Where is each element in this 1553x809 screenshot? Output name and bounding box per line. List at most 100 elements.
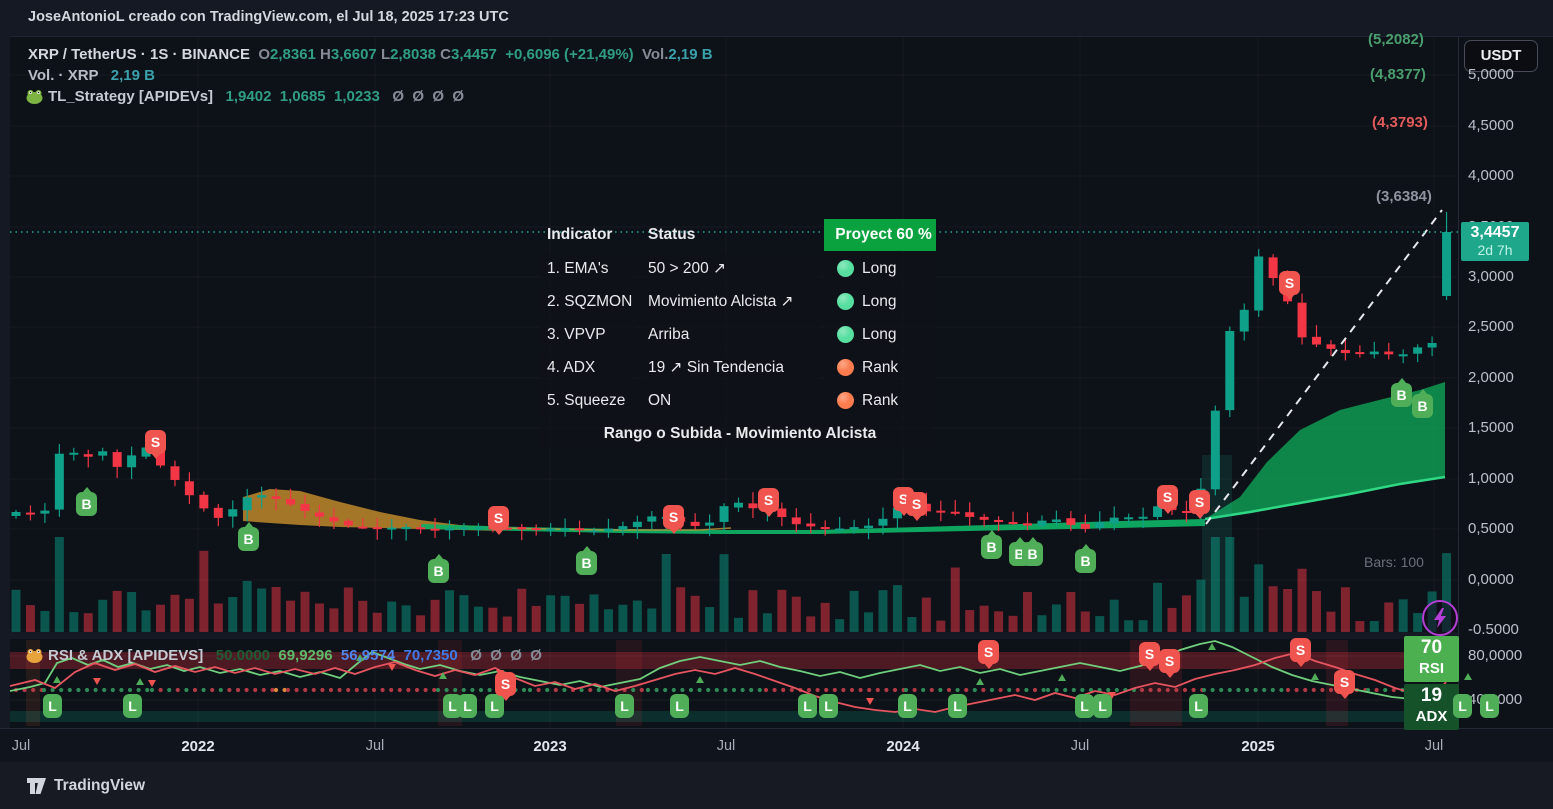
- status-dot-icon: [837, 293, 854, 310]
- table-cell: 5. Squeeze: [540, 385, 638, 416]
- buy-signal-badge: B: [1412, 394, 1433, 418]
- time-label-year: 2025: [1241, 738, 1274, 755]
- tradingview-chart-window: JoseAntonioL creado con TradingView.com,…: [0, 0, 1553, 809]
- table-footer-text: Rango o Subida - Movimiento Alcista: [540, 418, 933, 449]
- axis-tick-label: 2,5000: [1468, 318, 1514, 335]
- short-signal-badge: S: [1290, 638, 1311, 662]
- long-signal-badge: L: [1189, 694, 1208, 718]
- buy-signal-badge: B: [1391, 383, 1412, 407]
- price-target-label: (3,6384): [1376, 188, 1432, 205]
- volume-indicator-row[interactable]: Vol. · XRP 2,19 B: [28, 67, 155, 84]
- legend-text: Vol.: [634, 46, 669, 63]
- legend-text: XRP / TetherUS · 1S · BINANCE: [28, 46, 250, 63]
- time-label-month: Jul: [717, 738, 736, 754]
- long-signal-badge: L: [1453, 694, 1472, 718]
- tradingview-logo[interactable]: TradingView: [26, 777, 145, 795]
- axis-tick-label: 2,0000: [1468, 369, 1514, 386]
- current-price-value: 3,4457: [1461, 224, 1529, 242]
- short-signal-badge: S: [495, 672, 516, 696]
- status-dot-icon: [837, 392, 854, 409]
- legend-text: 2,8038: [390, 46, 436, 63]
- adx-value-badge: 19ADX: [1404, 684, 1459, 730]
- long-signal-badge: L: [1093, 694, 1112, 718]
- legend-text: Ø Ø Ø Ø: [380, 88, 464, 105]
- current-price-label: 3,4457 2d 7h: [1461, 222, 1529, 261]
- table-cell: Arriba: [641, 319, 821, 350]
- legend-text: 3,4457: [451, 46, 497, 63]
- buy-signal-badge: B: [428, 559, 449, 583]
- buy-signal-badge: B: [1075, 549, 1096, 573]
- status-dot-icon: [837, 326, 854, 343]
- table-cell: 4. ADX: [540, 352, 638, 383]
- indicator-status-table: IndicatorStatusProyect 60 %1. EMA's50 > …: [540, 219, 936, 451]
- table-cell: 50 > 200 ↗: [641, 253, 821, 284]
- long-signal-badge: L: [1480, 694, 1499, 718]
- time-label-year: 2024: [886, 738, 919, 755]
- sell-signal-badge: S: [906, 492, 927, 516]
- price-target-label: (4,8377): [1370, 66, 1426, 83]
- frog-icon: [26, 648, 43, 663]
- long-signal-badge: L: [819, 694, 838, 718]
- symbol-info-row[interactable]: XRP / TetherUS · 1S · BINANCE O2,8361 H3…: [28, 46, 713, 63]
- table-row: 5. SqueezeONRank: [540, 385, 936, 416]
- short-signal-badge: S: [1139, 642, 1160, 666]
- status-dot-icon: [837, 260, 854, 277]
- signal-cell: Rank: [824, 352, 936, 383]
- table-cell: Movimiento Alcista ↗: [641, 286, 821, 317]
- sell-signal-badge: S: [758, 488, 779, 512]
- table-row: 1. EMA's50 > 200 ↗Long: [540, 253, 936, 284]
- frog-icon: [26, 89, 43, 104]
- legend-text: TL_Strategy [APIDEVs]: [48, 88, 213, 105]
- price-target-label: (4,3793): [1372, 114, 1428, 131]
- long-signal-badge: L: [798, 694, 817, 718]
- legend-text: 2,19 B: [668, 46, 712, 63]
- table-cell: Status: [641, 219, 821, 251]
- rsi-adx-indicator-row[interactable]: RSI & ADX [APIDEVS] 50.0000 69,9296 56,9…: [48, 647, 542, 664]
- proyect-header: Proyect 60 %: [824, 219, 936, 251]
- long-signal-badge: L: [123, 694, 142, 718]
- short-signal-badge: S: [1159, 649, 1180, 673]
- legend-text: +0,6096 (+21,49%): [497, 46, 634, 63]
- bar-countdown: 2d 7h: [1461, 242, 1529, 258]
- axis-tick-label: 0,0000: [1468, 571, 1514, 588]
- axis-tick-label: 5,0000: [1468, 66, 1514, 83]
- long-signal-badge: L: [43, 694, 62, 718]
- time-label-year: 2022: [181, 738, 214, 755]
- axis-tick-label: 4,0000: [1468, 167, 1514, 184]
- axis-tick-label: 80,0000: [1468, 647, 1522, 664]
- rsi-value-badge: 70RSI: [1404, 636, 1459, 682]
- bars-count-label: Bars: 100: [1364, 554, 1424, 570]
- legend-text: 69,9296: [270, 647, 333, 664]
- legend-text: Ø Ø Ø Ø: [458, 647, 542, 664]
- time-label-month: Jul: [1071, 738, 1090, 754]
- legend-text: 1,9402: [213, 88, 271, 105]
- signal-cell: Long: [824, 319, 936, 350]
- axis-tick-label: 4,5000: [1468, 117, 1514, 134]
- table-cell: Indicator: [540, 219, 638, 251]
- table-cell: 2. SQZMON: [540, 286, 638, 317]
- short-signal-badge: S: [1334, 670, 1355, 694]
- table-cell: 19 ↗ Sin Tendencia: [641, 352, 821, 383]
- axis-tick-label: 1,0000: [1468, 470, 1514, 487]
- axis-tick-label: -0.5000: [1468, 621, 1519, 638]
- tradingview-logo-icon: [26, 777, 47, 795]
- long-signal-badge: L: [898, 694, 917, 718]
- axis-tick-label: 1,5000: [1468, 419, 1514, 436]
- legend-text: 1,0685: [271, 88, 325, 105]
- sell-signal-badge: S: [1157, 485, 1178, 509]
- sell-signal-badge: S: [1189, 490, 1210, 514]
- legend-text: Vol. · XRP: [28, 67, 98, 84]
- legend-text: 70,7350: [395, 647, 458, 664]
- instant-trading-button[interactable]: [1422, 600, 1458, 636]
- sell-signal-badge: S: [488, 506, 509, 530]
- time-label-month: Jul: [366, 738, 385, 754]
- legend-text: 50.0000: [203, 647, 270, 664]
- time-label-month: Jul: [12, 738, 31, 754]
- axis-tick-label: 3,0000: [1468, 268, 1514, 285]
- sell-signal-badge: S: [663, 505, 684, 529]
- buy-signal-badge: B: [981, 535, 1002, 559]
- strategy-indicator-row[interactable]: TL_Strategy [APIDEVs] 1,9402 1,0685 1,02…: [48, 88, 464, 105]
- table-row: 3. VPVPArribaLong: [540, 319, 936, 350]
- sell-signal-badge: S: [1279, 271, 1300, 295]
- long-signal-badge: L: [670, 694, 689, 718]
